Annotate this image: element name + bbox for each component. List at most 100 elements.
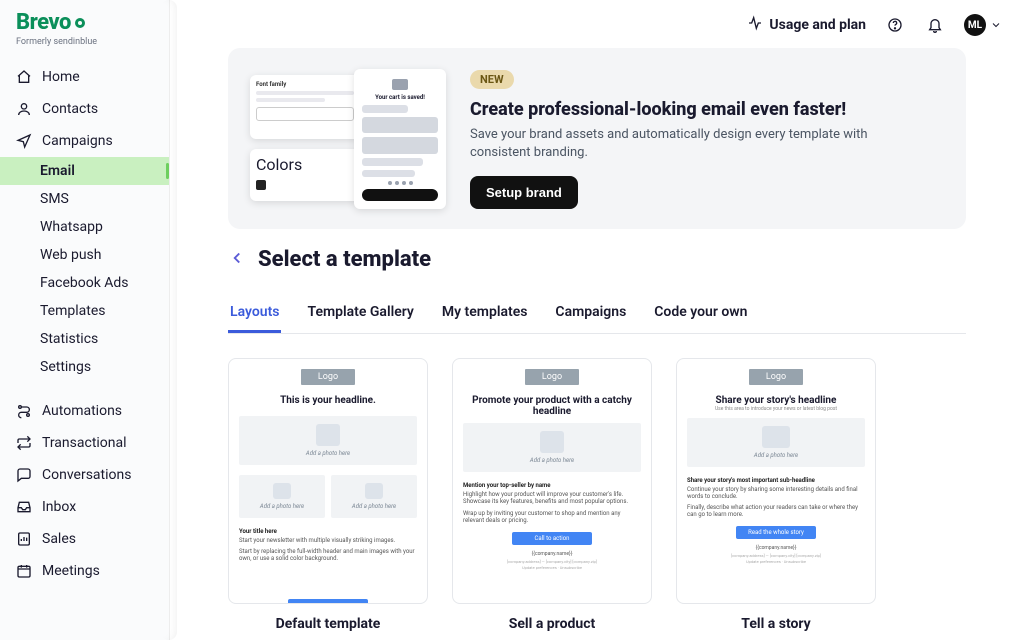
sidebar-item-home[interactable]: Home: [0, 61, 169, 93]
sidebar-item-label: SMS: [40, 191, 69, 207]
photo-caption: Add a photo here: [754, 452, 798, 459]
thumb-font-card: Font family: [250, 75, 360, 139]
sidebar-sub-settings[interactable]: Settings: [0, 353, 169, 381]
sidebar-sub-sms[interactable]: SMS: [0, 185, 169, 213]
photo-caption: Add a photo here: [306, 450, 350, 457]
book-icon: [762, 426, 790, 448]
back-button[interactable]: [228, 249, 246, 271]
brand-name: Brevo: [16, 10, 71, 35]
template-logo-label: Logo: [301, 369, 355, 385]
sidebar-sub-email[interactable]: Email: [0, 157, 169, 185]
template-preview[interactable]: Logo Share your story's headline Use thi…: [676, 358, 876, 604]
tab-layouts[interactable]: Layouts: [228, 294, 281, 333]
brand-logo[interactable]: Brevo: [16, 10, 153, 35]
sidebar-item-label: Settings: [40, 359, 91, 375]
tab-label: Template Gallery: [307, 304, 413, 320]
shirt-icon: [273, 483, 291, 499]
sidebar-item-automations[interactable]: Automations: [0, 395, 169, 427]
setup-brand-button[interactable]: Setup brand: [470, 176, 578, 209]
template-body-line: Highlight how your product will improve …: [463, 491, 641, 505]
bag-icon: [540, 431, 564, 453]
inbox-icon: [16, 499, 32, 515]
usage-and-plan-button[interactable]: Usage and plan: [747, 15, 866, 35]
template-headline: This is your headline.: [229, 391, 427, 410]
brand-setup-banner: Font family Colors Your cart is saved!: [228, 48, 966, 229]
shoe-icon: [365, 483, 383, 499]
tab-campaigns[interactable]: Campaigns: [553, 294, 628, 333]
thumb-headline: Your cart is saved!: [362, 94, 438, 101]
template-headline: Share your story's headline: [677, 391, 875, 406]
tab-template-gallery[interactable]: Template Gallery: [305, 294, 415, 333]
photo-caption: Add a photo here: [352, 503, 396, 510]
sidebar-item-contacts[interactable]: Contacts: [0, 93, 169, 125]
tab-code-your-own[interactable]: Code your own: [652, 294, 749, 333]
photo-placeholder: Add a photo here: [239, 475, 325, 518]
template-name: Default template: [276, 616, 381, 632]
thumb-email-preview: Your cart is saved!: [354, 69, 446, 209]
page-title: Select a template: [258, 247, 431, 272]
home-icon: [16, 69, 32, 85]
template-grid: Logo This is your headline. Add a photo …: [228, 358, 966, 632]
banner-preview: Font family Colors Your cart is saved!: [250, 69, 446, 209]
template-name: Sell a product: [509, 616, 596, 632]
template-preview[interactable]: Logo This is your headline. Add a photo …: [228, 358, 428, 604]
banner-body: NEW Create professional-looking email ev…: [470, 68, 944, 209]
template-section-title: Your title here: [239, 528, 417, 535]
repeat-icon: [16, 435, 32, 451]
sidebar-item-sales[interactable]: Sales: [0, 523, 169, 555]
topbar: Usage and plan ML: [170, 0, 1024, 44]
template-cta: Read the whole story: [736, 526, 816, 539]
sidebar-sub-webpush[interactable]: Web push: [0, 241, 169, 269]
brand-block: Brevo Formerly sendinblue: [0, 0, 169, 51]
arrow-left-icon: [228, 249, 246, 267]
account-menu[interactable]: ML: [964, 14, 1002, 36]
nav: Home Contacts Campaigns Email SMS Whatsa…: [0, 61, 169, 587]
brand-dot-icon: [75, 18, 85, 28]
notifications-button[interactable]: [924, 14, 946, 36]
template-footer-meta: [company.address] — [company.city] [comp…: [677, 551, 875, 566]
chevron-down-icon: [990, 16, 1002, 35]
tab-my-templates[interactable]: My templates: [440, 294, 530, 333]
template-card-sell-product: Logo Promote your product with a catchy …: [452, 358, 652, 632]
template-body: Share your story's most important sub-he…: [677, 473, 875, 522]
sidebar-sub-whatsapp[interactable]: Whatsapp: [0, 213, 169, 241]
sidebar-item-meetings[interactable]: Meetings: [0, 555, 169, 587]
sidebar-item-label: Meetings: [42, 563, 100, 579]
content: Font family Colors Your cart is saved!: [170, 44, 1024, 632]
chat-icon: [16, 467, 32, 483]
sidebar-sub-statistics[interactable]: Statistics: [0, 325, 169, 353]
sidebar-item-label: Contacts: [42, 101, 98, 117]
sidebar-item-inbox[interactable]: Inbox: [0, 491, 169, 523]
thumb-label: Font family: [256, 81, 354, 88]
template-logo-label: Logo: [749, 369, 803, 385]
calendar-icon: [16, 563, 32, 579]
sidebar-item-conversations[interactable]: Conversations: [0, 459, 169, 491]
sidebar-item-label: Transactional: [42, 435, 127, 451]
sidebar-sub-facebook-ads[interactable]: Facebook Ads: [0, 269, 169, 297]
brand-subtitle: Formerly sendinblue: [16, 37, 153, 47]
sidebar-item-label: Campaigns: [42, 133, 113, 149]
avatar-initials: ML: [968, 20, 982, 31]
banner-description: Save your brand assets and automatically…: [470, 126, 890, 162]
help-button[interactable]: [884, 14, 906, 36]
thumb-label: Colors: [256, 155, 354, 174]
sidebar-item-label: Whatsapp: [40, 219, 103, 235]
sidebar-item-label: Facebook Ads: [40, 275, 129, 291]
send-icon: [16, 133, 32, 149]
template-sub-title: Mention your top-seller by name: [463, 482, 641, 489]
photo-placeholder: Add a photo here: [331, 475, 417, 518]
template-cta-peek: [288, 599, 368, 604]
photo-placeholder: Add a photo here: [687, 418, 865, 467]
template-body-line: Wrap up by inviting your customer to sho…: [463, 510, 641, 524]
photo-placeholder: Add a photo here: [239, 416, 417, 465]
sidebar-sub-templates[interactable]: Templates: [0, 297, 169, 325]
sidebar-item-campaigns[interactable]: Campaigns: [0, 125, 169, 157]
sidebar-item-transactional[interactable]: Transactional: [0, 427, 169, 459]
template-preview[interactable]: Logo Promote your product with a catchy …: [452, 358, 652, 604]
template-logo-label: Logo: [525, 369, 579, 385]
photo-placeholder: Add a photo here: [463, 423, 641, 472]
template-body: Your title here Start your newsletter wi…: [229, 524, 427, 566]
tab-label: Layouts: [230, 304, 279, 320]
sidebar-item-label: Email: [40, 163, 75, 179]
template-sub-headline: Use this area to introduce your news or …: [677, 406, 875, 412]
